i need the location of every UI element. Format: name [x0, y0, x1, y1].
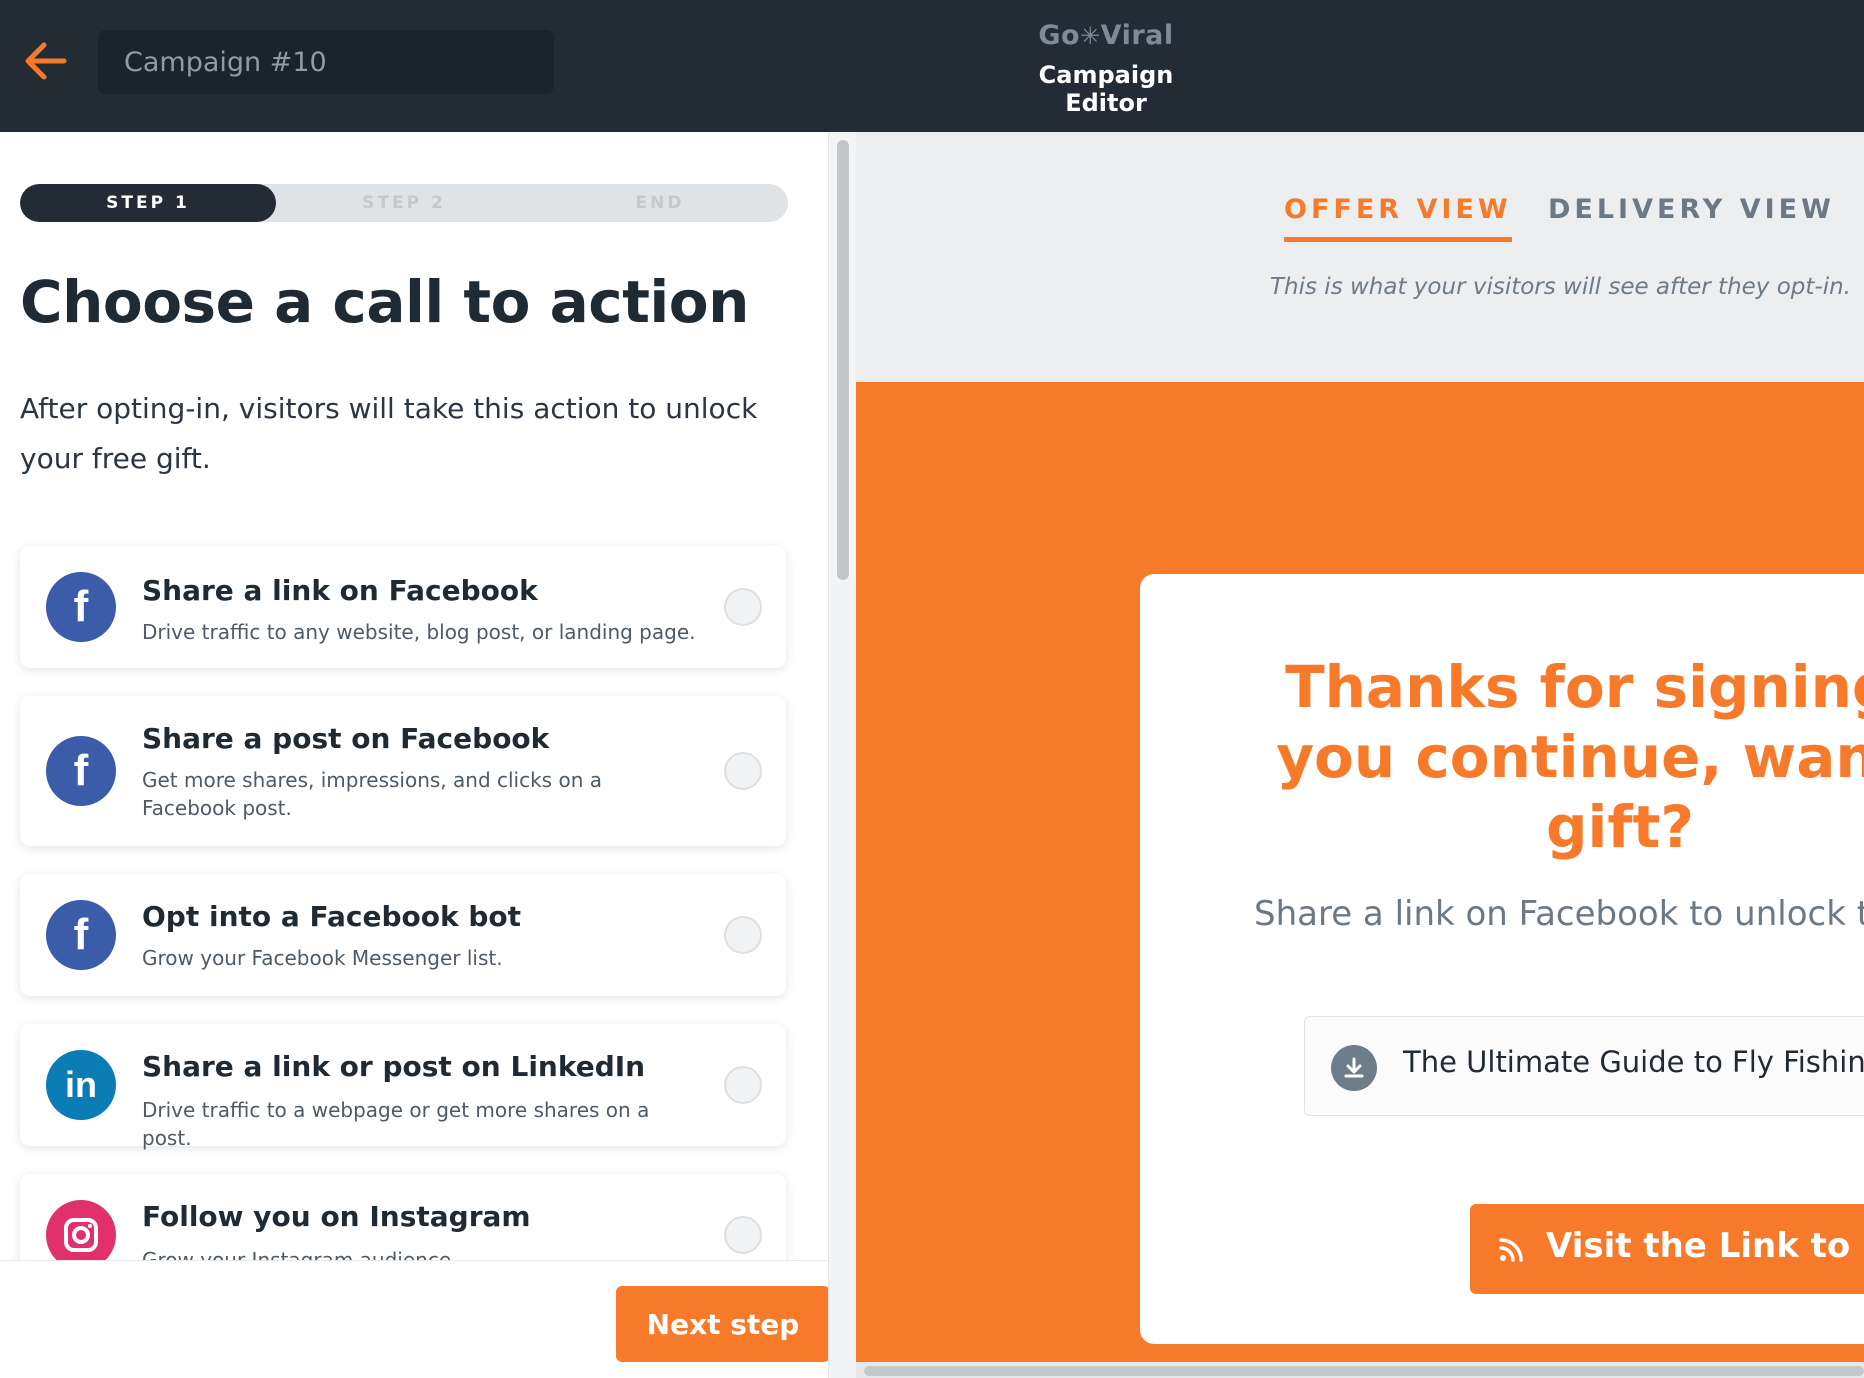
facebook-icon: f: [46, 900, 116, 970]
back-button[interactable]: [20, 36, 70, 86]
stepper: STEP 2 END STEP 1: [20, 184, 788, 222]
bottom-bar: Next step: [0, 1260, 828, 1378]
preview-headline: Thanks for signing u you continue, want …: [1276, 653, 1864, 861]
option-title: Share a link or post on LinkedIn: [142, 1050, 646, 1083]
tab-delivery-view[interactable]: DELIVERY VIEW: [1548, 194, 1835, 237]
option-radio[interactable]: [724, 916, 762, 954]
step-end: END: [635, 193, 685, 213]
page-title: Choose a call to action: [20, 268, 749, 336]
option-radio[interactable]: [724, 1066, 762, 1104]
brand: Go✳Viral Campaign Editor: [1000, 20, 1212, 117]
option-description: Grow your Facebook Messenger list.: [142, 946, 503, 970]
next-step-button[interactable]: Next step: [616, 1286, 828, 1362]
option-title: Share a post on Facebook: [142, 722, 550, 755]
left-scrollbar-thumb[interactable]: [837, 140, 849, 580]
option-title: Share a link on Facebook: [142, 574, 538, 607]
preview-horizontal-scrollbar[interactable]: [856, 1362, 1864, 1378]
facebook-icon: f: [46, 572, 116, 642]
brand-logo-left: Go: [1038, 20, 1081, 51]
download-icon: [1331, 1045, 1377, 1091]
gift-title: The Ultimate Guide to Fly Fishing: [1403, 1045, 1864, 1079]
left-panel: STEP 2 END STEP 1 Choose a call to actio…: [0, 132, 828, 1378]
preview-hint: This is what your visitors will see afte…: [1270, 274, 1851, 300]
option-facebook-bot[interactable]: f Opt into a Facebook bot Grow your Face…: [20, 874, 786, 996]
option-radio[interactable]: [724, 1216, 762, 1254]
option-share-link-facebook[interactable]: f Share a link on Facebook Drive traffic…: [20, 546, 786, 668]
option-share-post-facebook[interactable]: f Share a post on Facebook Get more shar…: [20, 696, 786, 846]
top-bar: Go✳Viral Campaign Editor: [0, 0, 1864, 132]
rss-icon: [1499, 1238, 1523, 1262]
step-2: STEP 2: [362, 193, 446, 213]
brand-logo-right: Viral: [1100, 20, 1174, 51]
brand-logo[interactable]: Go✳Viral: [1038, 20, 1173, 51]
sparkle-icon: ✳: [1080, 22, 1101, 50]
preview-panel: OFFER VIEW DELIVERY VIEW This is what yo…: [856, 132, 1864, 1378]
instagram-glyph-icon: [64, 1218, 98, 1252]
option-radio[interactable]: [724, 588, 762, 626]
option-description: Drive traffic to any website, blog post,…: [142, 620, 696, 644]
option-title: Follow you on Instagram: [142, 1200, 531, 1233]
page-description: After opting-in, visitors will take this…: [20, 392, 758, 475]
option-share-linkedin[interactable]: in Share a link or post on LinkedIn Driv…: [20, 1024, 786, 1150]
option-description: Get more shares, impressions, and clicks…: [142, 768, 602, 820]
preview-scrollbar-thumb[interactable]: [864, 1366, 1864, 1376]
gift-item: The Ultimate Guide to Fly Fishing: [1304, 1016, 1864, 1116]
preview-subtext: Share a link on Facebook to unlock th: [1254, 894, 1864, 934]
option-radio[interactable]: [724, 752, 762, 790]
step-1: STEP 1: [20, 184, 276, 222]
option-title: Opt into a Facebook bot: [142, 900, 522, 933]
option-description: Drive traffic to a webpage or get more s…: [142, 1098, 650, 1150]
preview-cta-label: Visit the Link to Un: [1546, 1226, 1864, 1266]
left-scrollbar[interactable]: [828, 132, 856, 1378]
campaign-name-input[interactable]: [98, 30, 554, 94]
facebook-icon: f: [46, 736, 116, 806]
offer-preview-card: Thanks for signing u you continue, want …: [1140, 574, 1864, 1344]
tab-offer-view[interactable]: OFFER VIEW: [1284, 194, 1512, 242]
preview-cta-button[interactable]: Visit the Link to Un: [1470, 1204, 1864, 1294]
arrow-left-icon: [25, 42, 67, 80]
linkedin-icon: in: [46, 1050, 116, 1120]
page-subtitle: Campaign Editor: [1038, 61, 1174, 117]
